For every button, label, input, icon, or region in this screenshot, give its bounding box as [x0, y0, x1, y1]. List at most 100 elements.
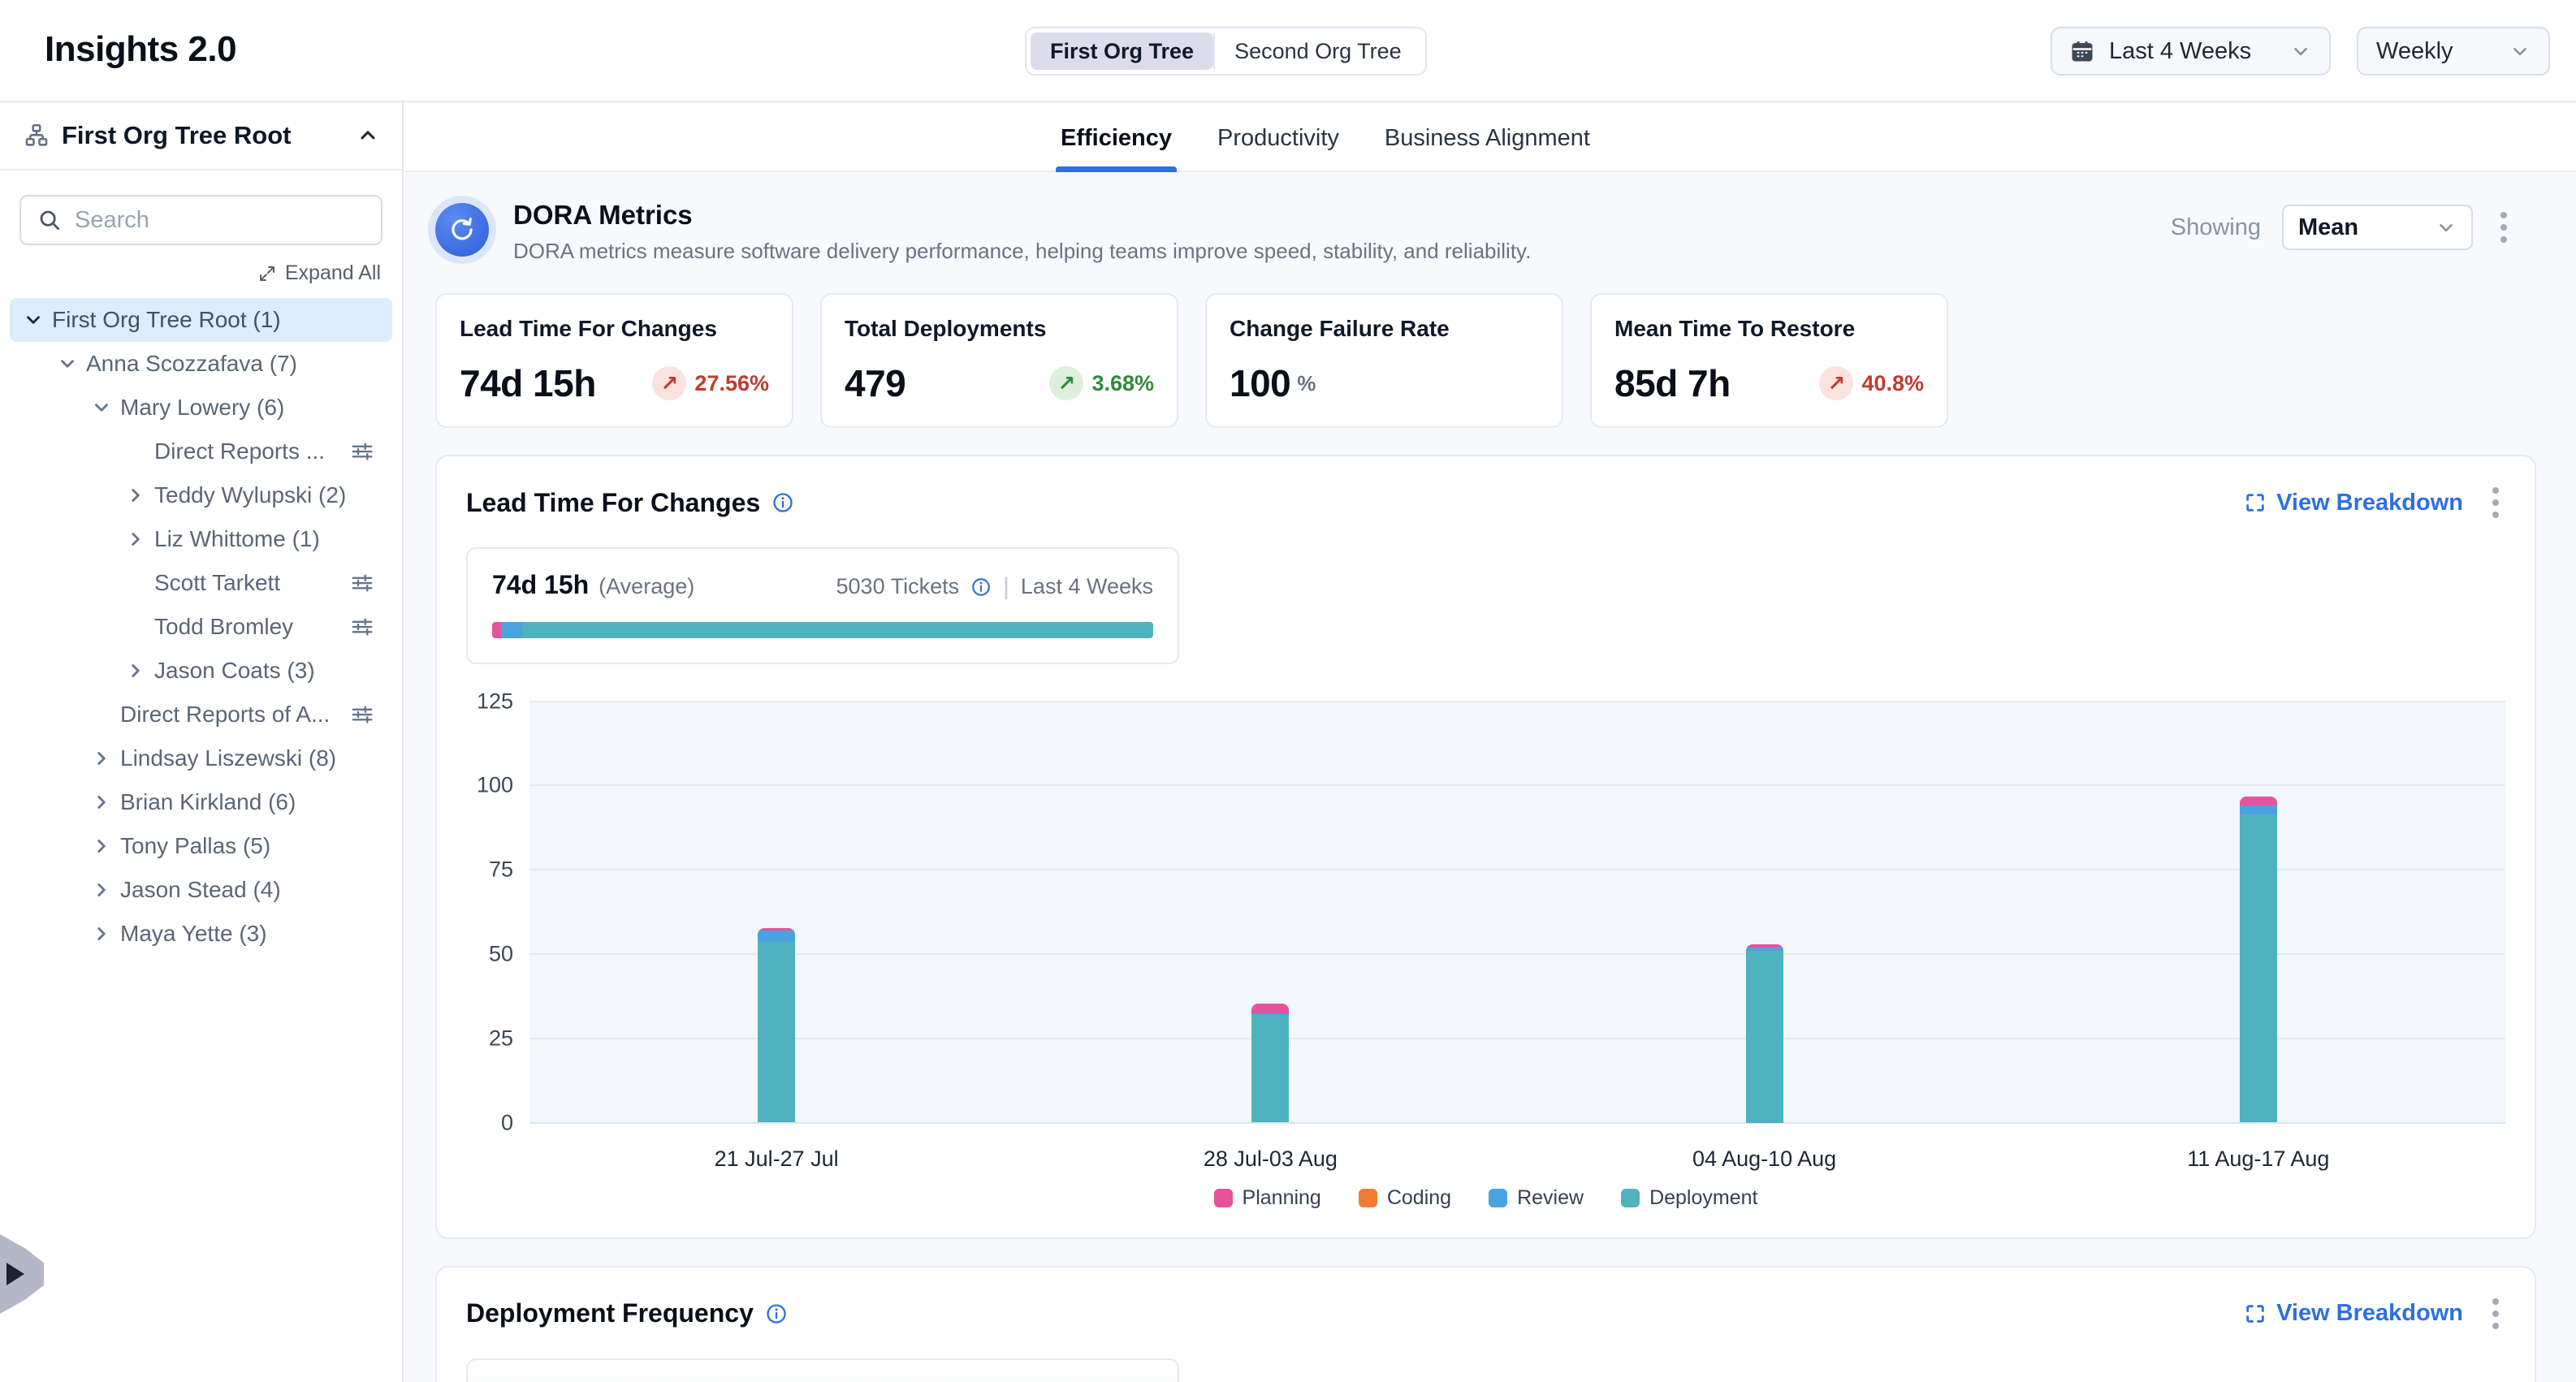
- tree-item-mary-lowery-6[interactable]: Mary Lowery (6): [0, 386, 402, 430]
- metric-title: Change Failure Rate: [1230, 316, 1539, 342]
- summary-separator: |: [1003, 573, 1009, 601]
- dora-kebab-menu[interactable]: [2494, 205, 2513, 249]
- expand-all-button[interactable]: Expand All: [0, 261, 381, 285]
- chevron-down-icon: [2290, 41, 2311, 62]
- info-icon[interactable]: [772, 491, 794, 514]
- metric-card-change-failure-rate: Change Failure Rate 100%: [1205, 293, 1563, 428]
- chevron-right-icon[interactable]: [83, 923, 120, 944]
- legend-item-coding[interactable]: Coding: [1359, 1186, 1451, 1210]
- chevron-right-icon[interactable]: [83, 879, 120, 900]
- tree-item-first-org-tree-root-1[interactable]: First Org Tree Root (1): [10, 298, 392, 342]
- chevron-down-icon[interactable]: [49, 353, 86, 374]
- chevron-down-icon[interactable]: [15, 309, 52, 330]
- filter-sliders-icon[interactable]: [350, 702, 374, 727]
- view-breakdown-link[interactable]: View Breakdown: [2244, 490, 2463, 516]
- dora-header: DORA Metrics DORA metrics measure softwa…: [435, 200, 2536, 264]
- chevron-down-icon: [2509, 41, 2531, 62]
- stacked-bar-04-aug-10-aug[interactable]: [1746, 944, 1783, 1122]
- deployment-frequency-header: Deployment Frequency View Breakdown: [466, 1292, 2505, 1336]
- tree-item-jason-stead-4[interactable]: Jason Stead (4): [0, 868, 402, 912]
- tree-item-liz-whittome-1[interactable]: Liz Whittome (1): [0, 517, 402, 561]
- trend-delta: 3.68%: [1091, 371, 1154, 396]
- tree-item-label: Brian Kirkland (6): [120, 789, 296, 815]
- bar-segment-planning: [2240, 797, 2277, 805]
- view-breakdown-link[interactable]: View Breakdown: [2244, 1300, 2463, 1327]
- filter-sliders-icon[interactable]: [350, 439, 374, 464]
- y-tick-label: 75: [489, 857, 513, 883]
- date-range-select[interactable]: Last 4 Weeks: [2051, 27, 2331, 76]
- showing-control: Showing Mean: [2171, 205, 2536, 250]
- stacked-bar-28-jul-03-aug[interactable]: [1251, 1004, 1289, 1122]
- gridline: [529, 953, 2505, 955]
- legend-swatch: [1359, 1189, 1377, 1207]
- legend-label: Deployment: [1649, 1186, 1757, 1210]
- tab-productivity[interactable]: Productivity: [1212, 104, 1344, 172]
- info-icon[interactable]: [970, 577, 992, 598]
- filter-sliders-icon[interactable]: [350, 615, 374, 639]
- chart-y-axis: 0255075100125: [466, 702, 529, 1123]
- chevron-right-icon[interactable]: [83, 836, 120, 857]
- stacked-bar-21-jul-27-jul[interactable]: [758, 928, 795, 1123]
- showing-select[interactable]: Mean: [2282, 205, 2473, 250]
- chevron-right-icon[interactable]: [83, 792, 120, 813]
- collapse-panel-chevron-up-icon[interactable]: [357, 124, 379, 147]
- trend-up-arrow-icon: ↗: [1819, 366, 1853, 400]
- trend-up-arrow-icon: ↗: [1049, 366, 1083, 400]
- tree-item-direct-reports-of-a[interactable]: Direct Reports of A...: [0, 693, 402, 736]
- toggle-second-org-tree[interactable]: Second Org Tree: [1215, 32, 1421, 70]
- expand-corners-icon: [2244, 491, 2267, 514]
- tree-item-lindsay-liszewski-8[interactable]: Lindsay Liszewski (8): [0, 736, 402, 780]
- tree-item-label: Scott Tarkett: [154, 570, 280, 596]
- chart-legend: Planning Coding Review Deployment: [466, 1186, 2505, 1210]
- chevron-right-icon[interactable]: [117, 485, 154, 506]
- chevron-down-icon[interactable]: [83, 397, 120, 418]
- tree-item-teddy-wylupski-2[interactable]: Teddy Wylupski (2): [0, 473, 402, 517]
- lead-time-chart: 0255075100125: [466, 702, 2505, 1123]
- tree-item-jason-coats-3[interactable]: Jason Coats (3): [0, 649, 402, 693]
- chevron-right-icon[interactable]: [117, 529, 154, 550]
- tree-item-direct-reports[interactable]: Direct Reports ...: [0, 430, 402, 473]
- gridline: [529, 1038, 2505, 1039]
- tree-item-todd-bromley[interactable]: Todd Bromley: [0, 605, 402, 649]
- sidebar: First Org Tree Root Expand All First Org…: [0, 102, 404, 1382]
- dora-cycle-icon: [435, 203, 489, 257]
- stacked-bar-11-aug-17-aug[interactable]: [2240, 797, 2277, 1122]
- tree-item-tony-pallas-5[interactable]: Tony Pallas (5): [0, 824, 402, 868]
- tree-item-label: Jason Coats (3): [154, 658, 315, 684]
- sidebar-root-title: First Org Tree Root: [62, 121, 345, 150]
- tree-item-maya-yette-3[interactable]: Maya Yette (3): [0, 912, 402, 956]
- distribution-segment-planning: [492, 622, 501, 638]
- legend-item-review[interactable]: Review: [1489, 1186, 1584, 1210]
- distribution-segment-deployment: [522, 622, 1153, 638]
- metric-value: 100: [1230, 361, 1290, 405]
- chevron-right-icon[interactable]: [117, 660, 154, 681]
- bar-segment-deployment: [1251, 1015, 1289, 1123]
- legend-item-planning[interactable]: Planning: [1214, 1186, 1321, 1210]
- filter-sliders-icon[interactable]: [350, 571, 374, 595]
- tree-item-scott-tarkett[interactable]: Scott Tarkett: [0, 561, 402, 605]
- info-icon[interactable]: [765, 1302, 788, 1325]
- dora-subtitle: DORA metrics measure software delivery p…: [513, 239, 1531, 264]
- tree-item-brian-kirkland-6[interactable]: Brian Kirkland (6): [0, 780, 402, 824]
- content: DORA Metrics DORA metrics measure softwa…: [405, 172, 2536, 1382]
- tree-item-anna-scozzafava-7[interactable]: Anna Scozzafava (7): [0, 342, 402, 386]
- tree-item-label: Direct Reports ...: [154, 438, 325, 464]
- chevron-right-icon[interactable]: [83, 748, 120, 769]
- summary-period: Last 4 Weeks: [1021, 574, 1153, 599]
- tab-business-alignment[interactable]: Business Alignment: [1380, 104, 1595, 172]
- topbar-controls: Last 4 Weeks Weekly: [2051, 27, 2550, 76]
- phase-distribution-bar: [492, 622, 1153, 638]
- tab-efficiency[interactable]: Efficiency: [1056, 104, 1177, 172]
- tree-item-label: Jason Stead (4): [120, 877, 281, 903]
- granularity-select[interactable]: Weekly: [2357, 27, 2550, 76]
- legend-label: Planning: [1243, 1186, 1321, 1210]
- legend-item-deployment[interactable]: Deployment: [1621, 1186, 1757, 1210]
- summary-qualifier: (Average): [599, 574, 694, 599]
- search-input[interactable]: [75, 207, 365, 234]
- top-header: Insights 2.0 First Org Tree Second Org T…: [0, 0, 2576, 102]
- toggle-first-org-tree[interactable]: First Org Tree: [1031, 32, 1213, 70]
- tab-bar: Efficiency Productivity Business Alignme…: [405, 104, 2576, 172]
- lead-time-kebab-menu[interactable]: [2486, 481, 2505, 525]
- trend-delta: 40.8%: [1861, 371, 1924, 396]
- deployment-frequency-kebab-menu[interactable]: [2486, 1292, 2505, 1336]
